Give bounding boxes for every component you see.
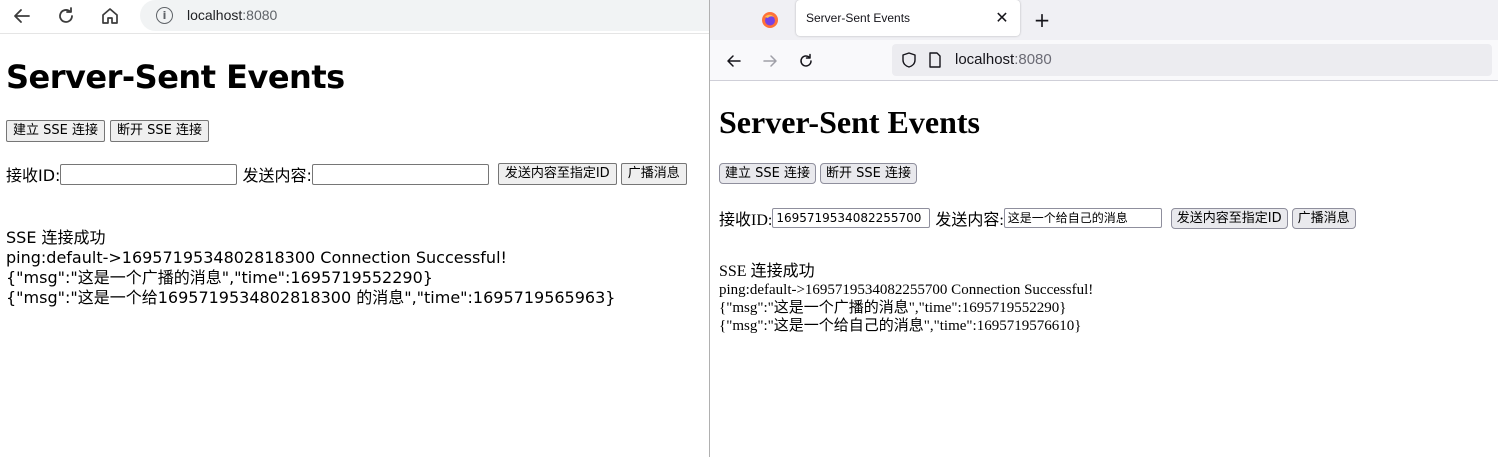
content-input[interactable] [311,163,489,185]
info-icon[interactable]: i [156,7,173,24]
content-label: 发送内容: [935,212,1004,229]
page-icon[interactable] [928,52,942,68]
page-title: Server-Sent Events [6,58,345,96]
new-tab-icon[interactable]: + [1030,8,1054,32]
receiver-id-label: 接收ID: [6,166,61,185]
back-icon[interactable] [8,2,36,30]
url-bar[interactable]: localhost:8080 [892,44,1492,76]
receiver-id-label: 接收ID: [719,212,773,229]
page-title: Server-Sent Events [719,104,980,140]
forward-icon[interactable] [757,48,783,74]
navigation-bar: localhost:8080 [710,40,1498,81]
reload-icon[interactable] [52,2,80,30]
send-to-id-button[interactable]: 发送内容至指定ID [497,163,617,185]
address-bar[interactable]: i localhost:8080 [140,0,709,31]
tab-server-sent-events[interactable]: Server-Sent Events ✕ [796,0,1020,36]
broadcast-button[interactable]: 广播消息 [1291,207,1356,229]
firefox-view-tab[interactable] [754,8,786,32]
log-line: ping:default->1695719534082255700 Connec… [719,282,1094,298]
left-browser-window: i localhost:8080 Server-Sent Events 建立 S… [0,0,709,457]
log-line: SSE 连接成功 [6,228,106,247]
tab-title: Server-Sent Events [806,11,911,25]
reload-icon[interactable] [793,48,819,74]
log-line: {"msg":"这是一个给1695719534802818300 的消息","t… [6,288,616,307]
content-input[interactable]: 这是一个给自己的消息 [1003,208,1162,228]
home-icon[interactable] [96,2,124,30]
message-log: SSE 连接成功 ping:default->16957195340822557… [719,263,1093,335]
message-log: SSE 连接成功 ping:default->16957195348028183… [6,228,615,308]
connect-sse-button[interactable]: 建立 SSE 连接 [6,120,105,142]
tab-strip: Server-Sent Events ✕ + [710,0,1498,40]
shield-icon[interactable] [900,51,918,69]
content-label: 发送内容: [242,166,312,185]
connect-sse-button[interactable]: 建立 SSE 连接 [719,163,816,184]
send-form: 接收ID: 发送内容: 发送内容至指定ID 广播消息 [6,162,687,186]
log-line: {"msg":"这是一个广播的消息","time":1695719552290} [6,268,433,287]
send-form: 接收ID: 1695719534082255700 发送内容: 这是一个给自己的… [719,206,1356,230]
url-text: localhost:8080 [187,7,278,23]
connection-buttons: 建立 SSE 连接 断开 SSE 连接 [719,163,917,184]
disconnect-sse-button[interactable]: 断开 SSE 连接 [819,163,917,184]
disconnect-sse-button[interactable]: 断开 SSE 连接 [109,120,209,142]
left-toolbar: i localhost:8080 [0,0,709,34]
url-text: localhost:8080 [955,51,1052,68]
log-line: ping:default->1695719534802818300 Connec… [6,248,507,267]
receiver-id-input[interactable] [60,163,238,185]
connection-buttons: 建立 SSE 连接 断开 SSE 连接 [6,120,209,142]
back-icon[interactable] [721,48,747,74]
receiver-id-input[interactable]: 1695719534082255700 [772,208,931,228]
right-browser-window: Server-Sent Events ✕ + localhost:8080 Se… [709,0,1498,457]
close-icon[interactable]: ✕ [992,7,1012,27]
log-line: {"msg":"这是一个广播的消息","time":1695719552290} [719,300,1067,316]
log-line: SSE 连接成功 [719,263,815,280]
firefox-icon [762,12,778,28]
send-to-id-button[interactable]: 发送内容至指定ID [1170,207,1288,229]
broadcast-button[interactable]: 广播消息 [620,163,687,185]
log-line: {"msg":"这是一个给自己的消息","time":1695719576610… [719,318,1082,334]
